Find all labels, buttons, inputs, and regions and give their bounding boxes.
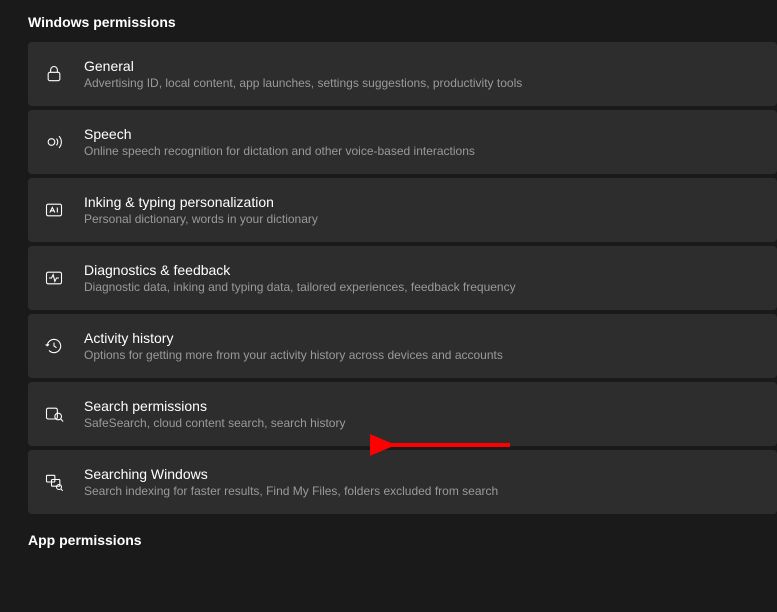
general-title: General xyxy=(84,58,522,74)
general-description: Advertising ID, local content, app launc… xyxy=(84,76,522,90)
search-permissions-title: Search permissions xyxy=(84,398,345,414)
search-permissions-icon xyxy=(44,404,64,424)
general-item[interactable]: General Advertising ID, local content, a… xyxy=(28,42,777,106)
history-icon xyxy=(44,336,64,356)
activity-history-description: Options for getting more from your activ… xyxy=(84,348,503,362)
inking-icon xyxy=(44,200,64,220)
app-permissions-header: App permissions xyxy=(0,518,777,560)
search-permissions-item[interactable]: Search permissions SafeSearch, cloud con… xyxy=(28,382,777,446)
search-permissions-description: SafeSearch, cloud content search, search… xyxy=(84,416,345,430)
windows-permissions-header: Windows permissions xyxy=(0,0,777,42)
diagnostics-feedback-description: Diagnostic data, inking and typing data,… xyxy=(84,280,516,294)
searching-windows-title: Searching Windows xyxy=(84,466,498,482)
searching-windows-icon xyxy=(44,472,64,492)
lock-icon xyxy=(44,64,64,84)
speech-item[interactable]: Speech Online speech recognition for dic… xyxy=(28,110,777,174)
speech-description: Online speech recognition for dictation … xyxy=(84,144,475,158)
speech-title: Speech xyxy=(84,126,475,142)
inking-typing-item[interactable]: Inking & typing personalization Personal… xyxy=(28,178,777,242)
searching-windows-description: Search indexing for faster results, Find… xyxy=(84,484,498,498)
inking-typing-title: Inking & typing personalization xyxy=(84,194,318,210)
inking-typing-description: Personal dictionary, words in your dicti… xyxy=(84,212,318,226)
windows-permissions-list: General Advertising ID, local content, a… xyxy=(0,42,777,514)
searching-windows-item[interactable]: Searching Windows Search indexing for fa… xyxy=(28,450,777,514)
speech-icon xyxy=(44,132,64,152)
diagnostics-icon xyxy=(44,268,64,288)
diagnostics-feedback-title: Diagnostics & feedback xyxy=(84,262,516,278)
activity-history-title: Activity history xyxy=(84,330,503,346)
diagnostics-feedback-item[interactable]: Diagnostics & feedback Diagnostic data, … xyxy=(28,246,777,310)
activity-history-item[interactable]: Activity history Options for getting mor… xyxy=(28,314,777,378)
